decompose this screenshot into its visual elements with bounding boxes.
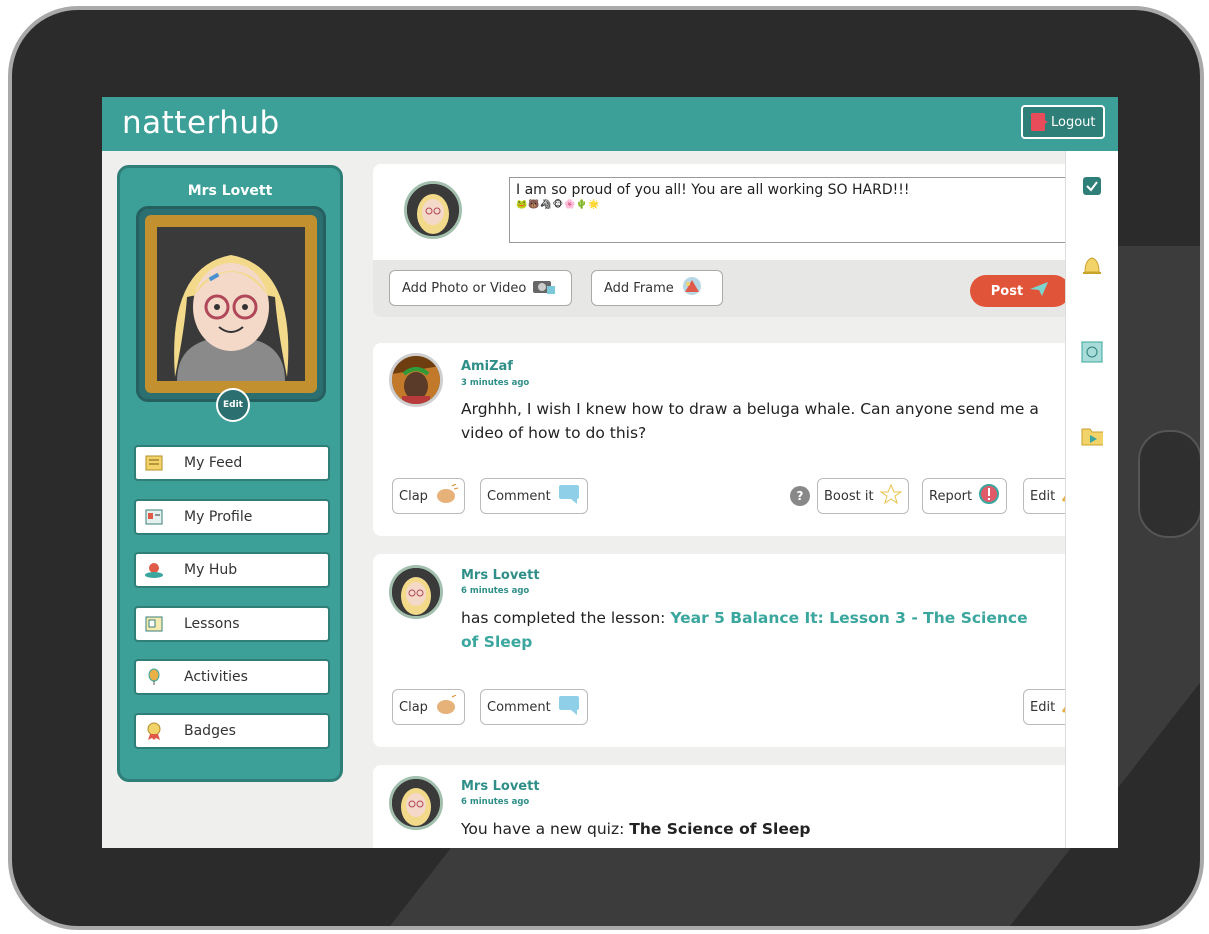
edit-label: Edit bbox=[1030, 488, 1056, 504]
feed-post: AmiZaf 3 minutes ago Arghhh, I wish I kn… bbox=[373, 343, 1118, 536]
snowflake-icon[interactable] bbox=[1081, 341, 1103, 363]
comment-button[interactable]: Comment bbox=[480, 689, 588, 725]
paper-plane-icon bbox=[1029, 281, 1049, 301]
top-bar: natterhub Logout bbox=[102, 97, 1118, 151]
report-button[interactable]: Report bbox=[922, 478, 1008, 514]
add-photo-video-label: Add Photo or Video bbox=[402, 280, 527, 296]
composer-textarea[interactable]: I am so proud of you all! You are all wo… bbox=[509, 177, 1118, 243]
comment-label: Comment bbox=[487, 699, 551, 715]
comment-button[interactable]: Comment bbox=[480, 478, 588, 514]
tablet-home-button bbox=[1138, 430, 1200, 538]
nav-item-label: Badges bbox=[184, 722, 236, 739]
post-username[interactable]: Mrs Lovett bbox=[461, 568, 540, 583]
feed-post: Mrs Lovett 6 minutes ago You have a new … bbox=[373, 765, 1118, 848]
post-timestamp: 6 minutes ago bbox=[461, 797, 530, 807]
post-avatar[interactable] bbox=[389, 565, 443, 619]
composer-emojis: 🐸🐻🦓🐵🌸🌵🌟 bbox=[516, 200, 601, 210]
post-body-text: You have a new quiz: bbox=[461, 820, 630, 838]
sidebar-nav: My Feed My Profile My Hub Lessons Activi… bbox=[134, 445, 330, 766]
logout-label: Logout bbox=[1051, 114, 1096, 130]
nav-item-label: My Hub bbox=[184, 562, 238, 578]
post-body: has completed the lesson: Year 5 Balance… bbox=[461, 606, 1031, 654]
logout-button[interactable]: Logout bbox=[1021, 105, 1105, 139]
nav-item-lessons[interactable]: Lessons bbox=[134, 605, 330, 642]
app-logo: natterhub bbox=[122, 105, 280, 141]
boost-label: Boost it bbox=[824, 488, 874, 504]
post-composer: I am so proud of you all! You are all wo… bbox=[373, 164, 1118, 317]
post-button[interactable]: Post bbox=[970, 275, 1070, 307]
nav-item-my-profile[interactable]: My Profile bbox=[134, 498, 330, 535]
add-frame-button[interactable]: Add Frame bbox=[591, 270, 723, 306]
profile-portrait bbox=[136, 206, 326, 402]
edit-avatar-button[interactable]: Edit bbox=[216, 388, 250, 422]
post-username[interactable]: Mrs Lovett bbox=[461, 779, 540, 794]
logout-door-icon bbox=[1031, 113, 1048, 131]
post-avatar[interactable] bbox=[389, 353, 443, 407]
post-body: Arghhh, I wish I knew how to draw a belu… bbox=[461, 400, 1039, 442]
bell-icon[interactable] bbox=[1081, 255, 1103, 277]
nav-item-badges[interactable]: Badges bbox=[134, 712, 330, 749]
composer-avatar bbox=[404, 181, 462, 239]
nav-item-my-hub[interactable]: My Hub bbox=[134, 552, 330, 588]
feed-icon bbox=[144, 454, 164, 472]
add-photo-video-button[interactable]: Add Photo or Video bbox=[389, 270, 572, 306]
clap-button[interactable]: Clap bbox=[392, 478, 465, 514]
edit-label: Edit bbox=[1030, 699, 1056, 715]
nav-item-activities[interactable]: Activities bbox=[134, 659, 330, 695]
clap-hands-icon bbox=[434, 694, 458, 719]
post-label: Post bbox=[990, 283, 1024, 299]
report-label: Report bbox=[929, 488, 973, 504]
hub-icon bbox=[144, 561, 164, 579]
avatar-illustration bbox=[157, 227, 305, 381]
nav-item-my-feed[interactable]: My Feed bbox=[134, 445, 330, 481]
app-screen: natterhub Logout Mrs Lovett Edit My Feed… bbox=[102, 97, 1118, 848]
post-body: You have a new quiz: The Science of Slee… bbox=[461, 817, 1061, 841]
badge-icon bbox=[144, 722, 164, 740]
add-frame-label: Add Frame bbox=[604, 280, 674, 296]
profile-card-icon bbox=[144, 508, 164, 526]
alert-icon bbox=[978, 483, 1000, 509]
lessons-icon bbox=[144, 615, 164, 633]
feed-post: Mrs Lovett 6 minutes ago has completed t… bbox=[373, 554, 1118, 747]
clap-label: Clap bbox=[399, 488, 428, 504]
composer-text-value: I am so proud of you all! You are all wo… bbox=[516, 182, 910, 198]
post-username[interactable]: AmiZaf bbox=[461, 359, 513, 374]
comment-bubble-icon bbox=[557, 484, 581, 508]
boost-button[interactable]: Boost it bbox=[817, 478, 909, 514]
nav-item-label: Activities bbox=[184, 669, 248, 685]
nav-item-label: My Profile bbox=[184, 508, 253, 525]
frame-icon bbox=[680, 276, 704, 300]
portrait-frame bbox=[145, 215, 317, 393]
nav-item-label: My Feed bbox=[184, 455, 243, 471]
balloon-icon bbox=[144, 668, 164, 686]
profile-name: Mrs Lovett bbox=[187, 183, 273, 199]
post-timestamp: 3 minutes ago bbox=[461, 378, 530, 388]
comment-bubble-icon bbox=[557, 695, 581, 719]
quiz-title[interactable]: The Science of Sleep bbox=[629, 820, 810, 838]
post-avatar[interactable] bbox=[389, 776, 443, 830]
clap-label: Clap bbox=[399, 699, 428, 715]
profile-panel: Mrs Lovett Edit My Feed My Profile My Hu… bbox=[117, 165, 343, 782]
star-icon bbox=[878, 483, 903, 508]
help-icon[interactable]: ? bbox=[790, 486, 810, 506]
checkbox-icon[interactable] bbox=[1081, 175, 1103, 197]
comment-label: Comment bbox=[487, 488, 551, 504]
post-timestamp: 6 minutes ago bbox=[461, 586, 530, 596]
post-body-text: has completed the lesson: bbox=[461, 609, 671, 627]
play-folder-icon[interactable] bbox=[1081, 425, 1103, 447]
camera-icon bbox=[532, 277, 556, 299]
nav-item-label: Lessons bbox=[184, 615, 240, 632]
right-rail bbox=[1065, 151, 1118, 848]
clap-hands-icon bbox=[434, 483, 459, 508]
clap-button[interactable]: Clap bbox=[392, 689, 465, 725]
